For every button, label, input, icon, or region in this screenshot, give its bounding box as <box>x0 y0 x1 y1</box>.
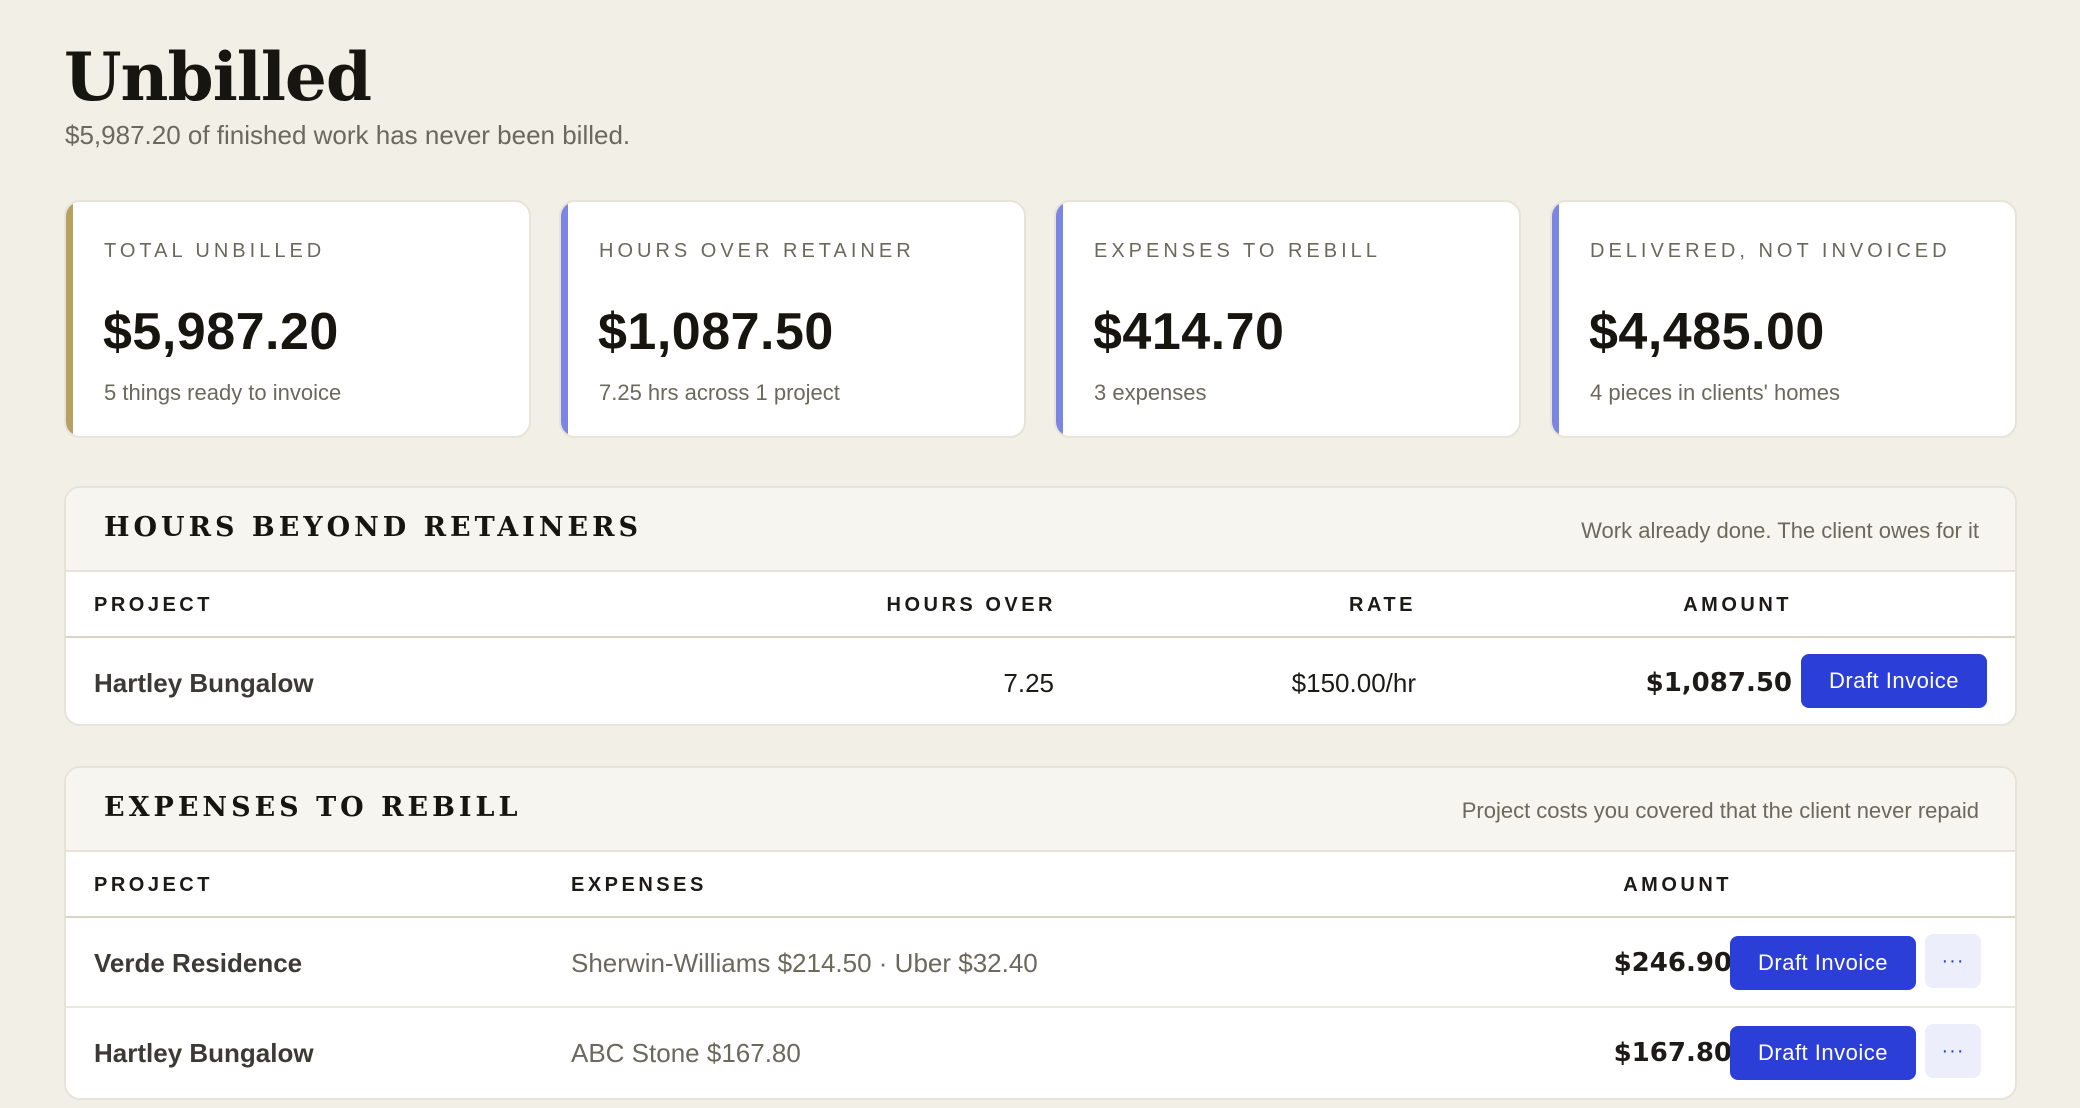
project-name: Verde Residence <box>94 948 303 978</box>
stat-value: $1,087.50 <box>598 303 834 361</box>
amount-value: $246.90 <box>1613 948 1732 978</box>
hours-beyond-retainers-panel: HOURS BEYOND RETAINERS Work already done… <box>64 486 2017 726</box>
panel-title: EXPENSES TO REBILL <box>104 792 522 823</box>
more-options-icon[interactable]: ··· <box>1925 1024 1981 1078</box>
card-accent-bar <box>561 202 568 436</box>
column-header-amount: AMOUNT <box>1683 594 1792 616</box>
stat-label: DELIVERED, NOT INVOICED <box>1590 240 1951 262</box>
hours-over-value: 7.25 <box>1003 668 1054 698</box>
expenses-to-rebill-panel: EXPENSES TO REBILL Project costs you cov… <box>64 766 2017 1100</box>
stat-note: 3 expenses <box>1094 380 1207 405</box>
draft-invoice-button[interactable]: Draft Invoice <box>1801 654 1987 708</box>
project-name: Hartley Bungalow <box>94 668 314 698</box>
stat-card-hours-over-retainer: HOURS OVER RETAINER $1,087.50 7.25 hrs a… <box>559 200 1026 438</box>
rate-value: $150.00/hr <box>1291 668 1416 698</box>
stat-value: $414.70 <box>1093 303 1285 361</box>
stat-note: 4 pieces in clients' homes <box>1590 380 1840 405</box>
amount-value: $1,087.50 <box>1645 668 1792 698</box>
stat-label: TOTAL UNBILLED <box>104 240 326 262</box>
panel-header: HOURS BEYOND RETAINERS Work already done… <box>66 488 2015 572</box>
card-accent-bar <box>1552 202 1559 436</box>
stat-value: $5,987.20 <box>103 303 339 361</box>
stat-card-total-unbilled: TOTAL UNBILLED $5,987.20 5 things ready … <box>64 200 531 438</box>
amount-value: $167.80 <box>1613 1038 1732 1068</box>
summary-cards: TOTAL UNBILLED $5,987.20 5 things ready … <box>64 200 2017 438</box>
table-header: PROJECT HOURS OVER RATE AMOUNT <box>66 572 2015 638</box>
stat-value: $4,485.00 <box>1589 303 1825 361</box>
page-title: Unbilled <box>64 38 372 116</box>
stat-label: EXPENSES TO REBILL <box>1094 240 1381 262</box>
stat-note: 7.25 hrs across 1 project <box>599 380 840 405</box>
page-subtitle: $5,987.20 of finished work has never bee… <box>65 120 631 150</box>
stat-label: HOURS OVER RETAINER <box>599 240 915 262</box>
column-header-hours-over: HOURS OVER <box>886 594 1056 616</box>
card-accent-bar <box>1056 202 1063 436</box>
panel-description: Work already done. The client owes for i… <box>1581 518 1979 543</box>
panel-header: EXPENSES TO REBILL Project costs you cov… <box>66 768 2015 852</box>
stat-card-delivered-not-invoiced: DELIVERED, NOT INVOICED $4,485.00 4 piec… <box>1550 200 2017 438</box>
table-row: Verde Residence Sherwin-Williams $214.50… <box>66 918 2015 1008</box>
stat-card-expenses-to-rebill: EXPENSES TO REBILL $414.70 3 expenses <box>1054 200 1521 438</box>
expenses-list: Sherwin-Williams $214.50 · Uber $32.40 <box>571 948 1038 978</box>
draft-invoice-button[interactable]: Draft Invoice <box>1730 1026 1916 1080</box>
stat-note: 5 things ready to invoice <box>104 380 342 405</box>
table-header: PROJECT EXPENSES AMOUNT <box>66 852 2015 918</box>
draft-invoice-button[interactable]: Draft Invoice <box>1730 936 1916 990</box>
card-accent-bar <box>66 202 73 436</box>
column-header-rate: RATE <box>1349 594 1416 616</box>
project-name: Hartley Bungalow <box>94 1038 314 1068</box>
panel-title: HOURS BEYOND RETAINERS <box>104 512 643 543</box>
expenses-list: ABC Stone $167.80 <box>571 1038 801 1068</box>
column-header-project: PROJECT <box>94 594 213 616</box>
panel-description: Project costs you covered that the clien… <box>1461 798 1979 823</box>
unbilled-page: Unbilled $5,987.20 of finished work has … <box>0 0 2080 1108</box>
table-row: Hartley Bungalow 7.25 $150.00/hr $1,087.… <box>66 638 2015 724</box>
table-row: Hartley Bungalow ABC Stone $167.80 $167.… <box>66 1008 2015 1098</box>
column-header-expenses: EXPENSES <box>571 874 707 896</box>
column-header-project: PROJECT <box>94 874 213 896</box>
more-options-icon[interactable]: ··· <box>1925 934 1981 988</box>
column-header-amount: AMOUNT <box>1623 874 1732 896</box>
